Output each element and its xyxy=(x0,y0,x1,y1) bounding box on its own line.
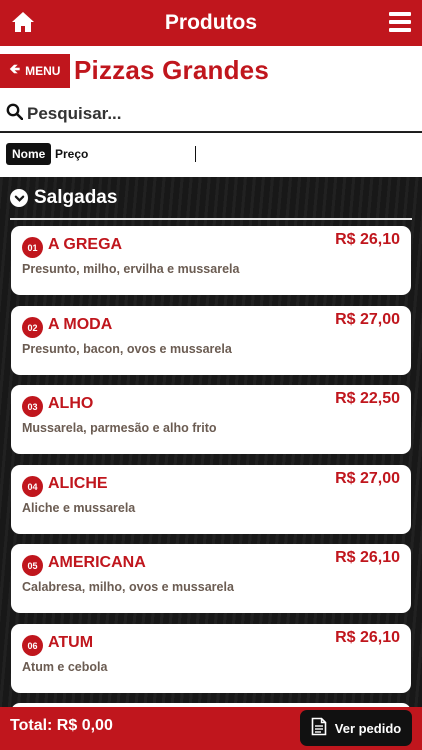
sort-by-price-button[interactable]: Preço xyxy=(55,147,88,161)
view-order-button[interactable]: Ver pedido xyxy=(300,710,412,746)
product-card[interactable]: 04 ALICHE R$ 27,00 Aliche e mussarela xyxy=(11,465,411,534)
chevron-down-circle-icon xyxy=(10,189,28,207)
search-bar xyxy=(0,96,422,132)
product-number: 06 xyxy=(22,635,43,656)
hamburger-menu-icon[interactable] xyxy=(389,12,411,32)
section-label: Salgadas xyxy=(34,187,118,208)
view-order-label: Ver pedido xyxy=(334,720,402,736)
product-price: R$ 27,00 xyxy=(335,311,400,328)
product-name: ALICHE xyxy=(48,475,108,492)
product-list: Salgadas 01 A GREGA R$ 26,10 Presunto, m… xyxy=(0,177,422,707)
product-card[interactable]: 02 A MODA R$ 27,00 Presunto, bacon, ovos… xyxy=(11,306,411,375)
product-name: ALHO xyxy=(48,395,94,412)
footer-bar: Total: R$ 0,00 Ver pedido xyxy=(0,707,422,750)
product-description: Atum e cebola xyxy=(22,660,108,674)
product-price: R$ 26,10 xyxy=(335,629,400,646)
product-card[interactable]: 06 ATUM R$ 26,10 Atum e cebola xyxy=(11,624,411,693)
product-description: Presunto, bacon, ovos e mussarela xyxy=(22,342,232,356)
sort-bar: Nome Preço xyxy=(0,133,422,177)
sort-by-name-button[interactable]: Nome xyxy=(6,143,52,165)
product-number: 05 xyxy=(22,555,43,576)
product-price: R$ 22,50 xyxy=(335,390,400,407)
product-number: 04 xyxy=(22,476,43,497)
product-price: R$ 26,10 xyxy=(335,549,400,566)
arrow-left-icon: 🡸 xyxy=(9,61,21,76)
product-name: A GREGA xyxy=(48,236,123,253)
product-price: R$ 26,10 xyxy=(335,231,400,248)
back-menu-label: MENU xyxy=(25,64,61,78)
product-name: AMERICANA xyxy=(48,554,146,571)
product-card[interactable]: 03 ALHO R$ 22,50 Mussarela, parmesão e a… xyxy=(11,385,411,454)
product-number: 03 xyxy=(22,396,43,417)
section-header[interactable]: Salgadas xyxy=(10,187,117,209)
category-title: Pizzas Grandes xyxy=(74,55,269,85)
product-price: R$ 27,00 xyxy=(335,470,400,487)
top-bar: Produtos xyxy=(0,0,422,46)
page-title: Produtos xyxy=(164,11,258,34)
search-input[interactable] xyxy=(27,103,387,124)
order-total: Total: R$ 0,00 xyxy=(10,717,113,734)
product-name: ATUM xyxy=(48,634,94,651)
back-menu-button[interactable]: 🡸 MENU xyxy=(0,54,70,88)
product-description: Mussarela, parmesão e alho frito xyxy=(22,421,217,435)
text-cursor xyxy=(195,146,196,162)
home-icon[interactable] xyxy=(10,9,36,35)
product-description: Presunto, milho, ervilha e mussarela xyxy=(22,262,240,276)
product-number: 02 xyxy=(22,317,43,338)
category-header: 🡸 MENU Pizzas Grandes xyxy=(0,46,422,96)
product-card[interactable]: 05 AMERICANA R$ 26,10 Calabresa, milho, … xyxy=(11,544,411,613)
product-card[interactable]: 01 A GREGA R$ 26,10 Presunto, milho, erv… xyxy=(11,226,411,295)
product-description: Aliche e mussarela xyxy=(22,501,136,515)
product-description: Calabresa, milho, ovos e mussarela xyxy=(22,580,234,594)
section-divider xyxy=(10,218,412,220)
document-icon xyxy=(311,717,327,739)
product-name: A MODA xyxy=(48,316,113,333)
product-number: 01 xyxy=(22,237,43,258)
search-icon xyxy=(6,103,24,125)
